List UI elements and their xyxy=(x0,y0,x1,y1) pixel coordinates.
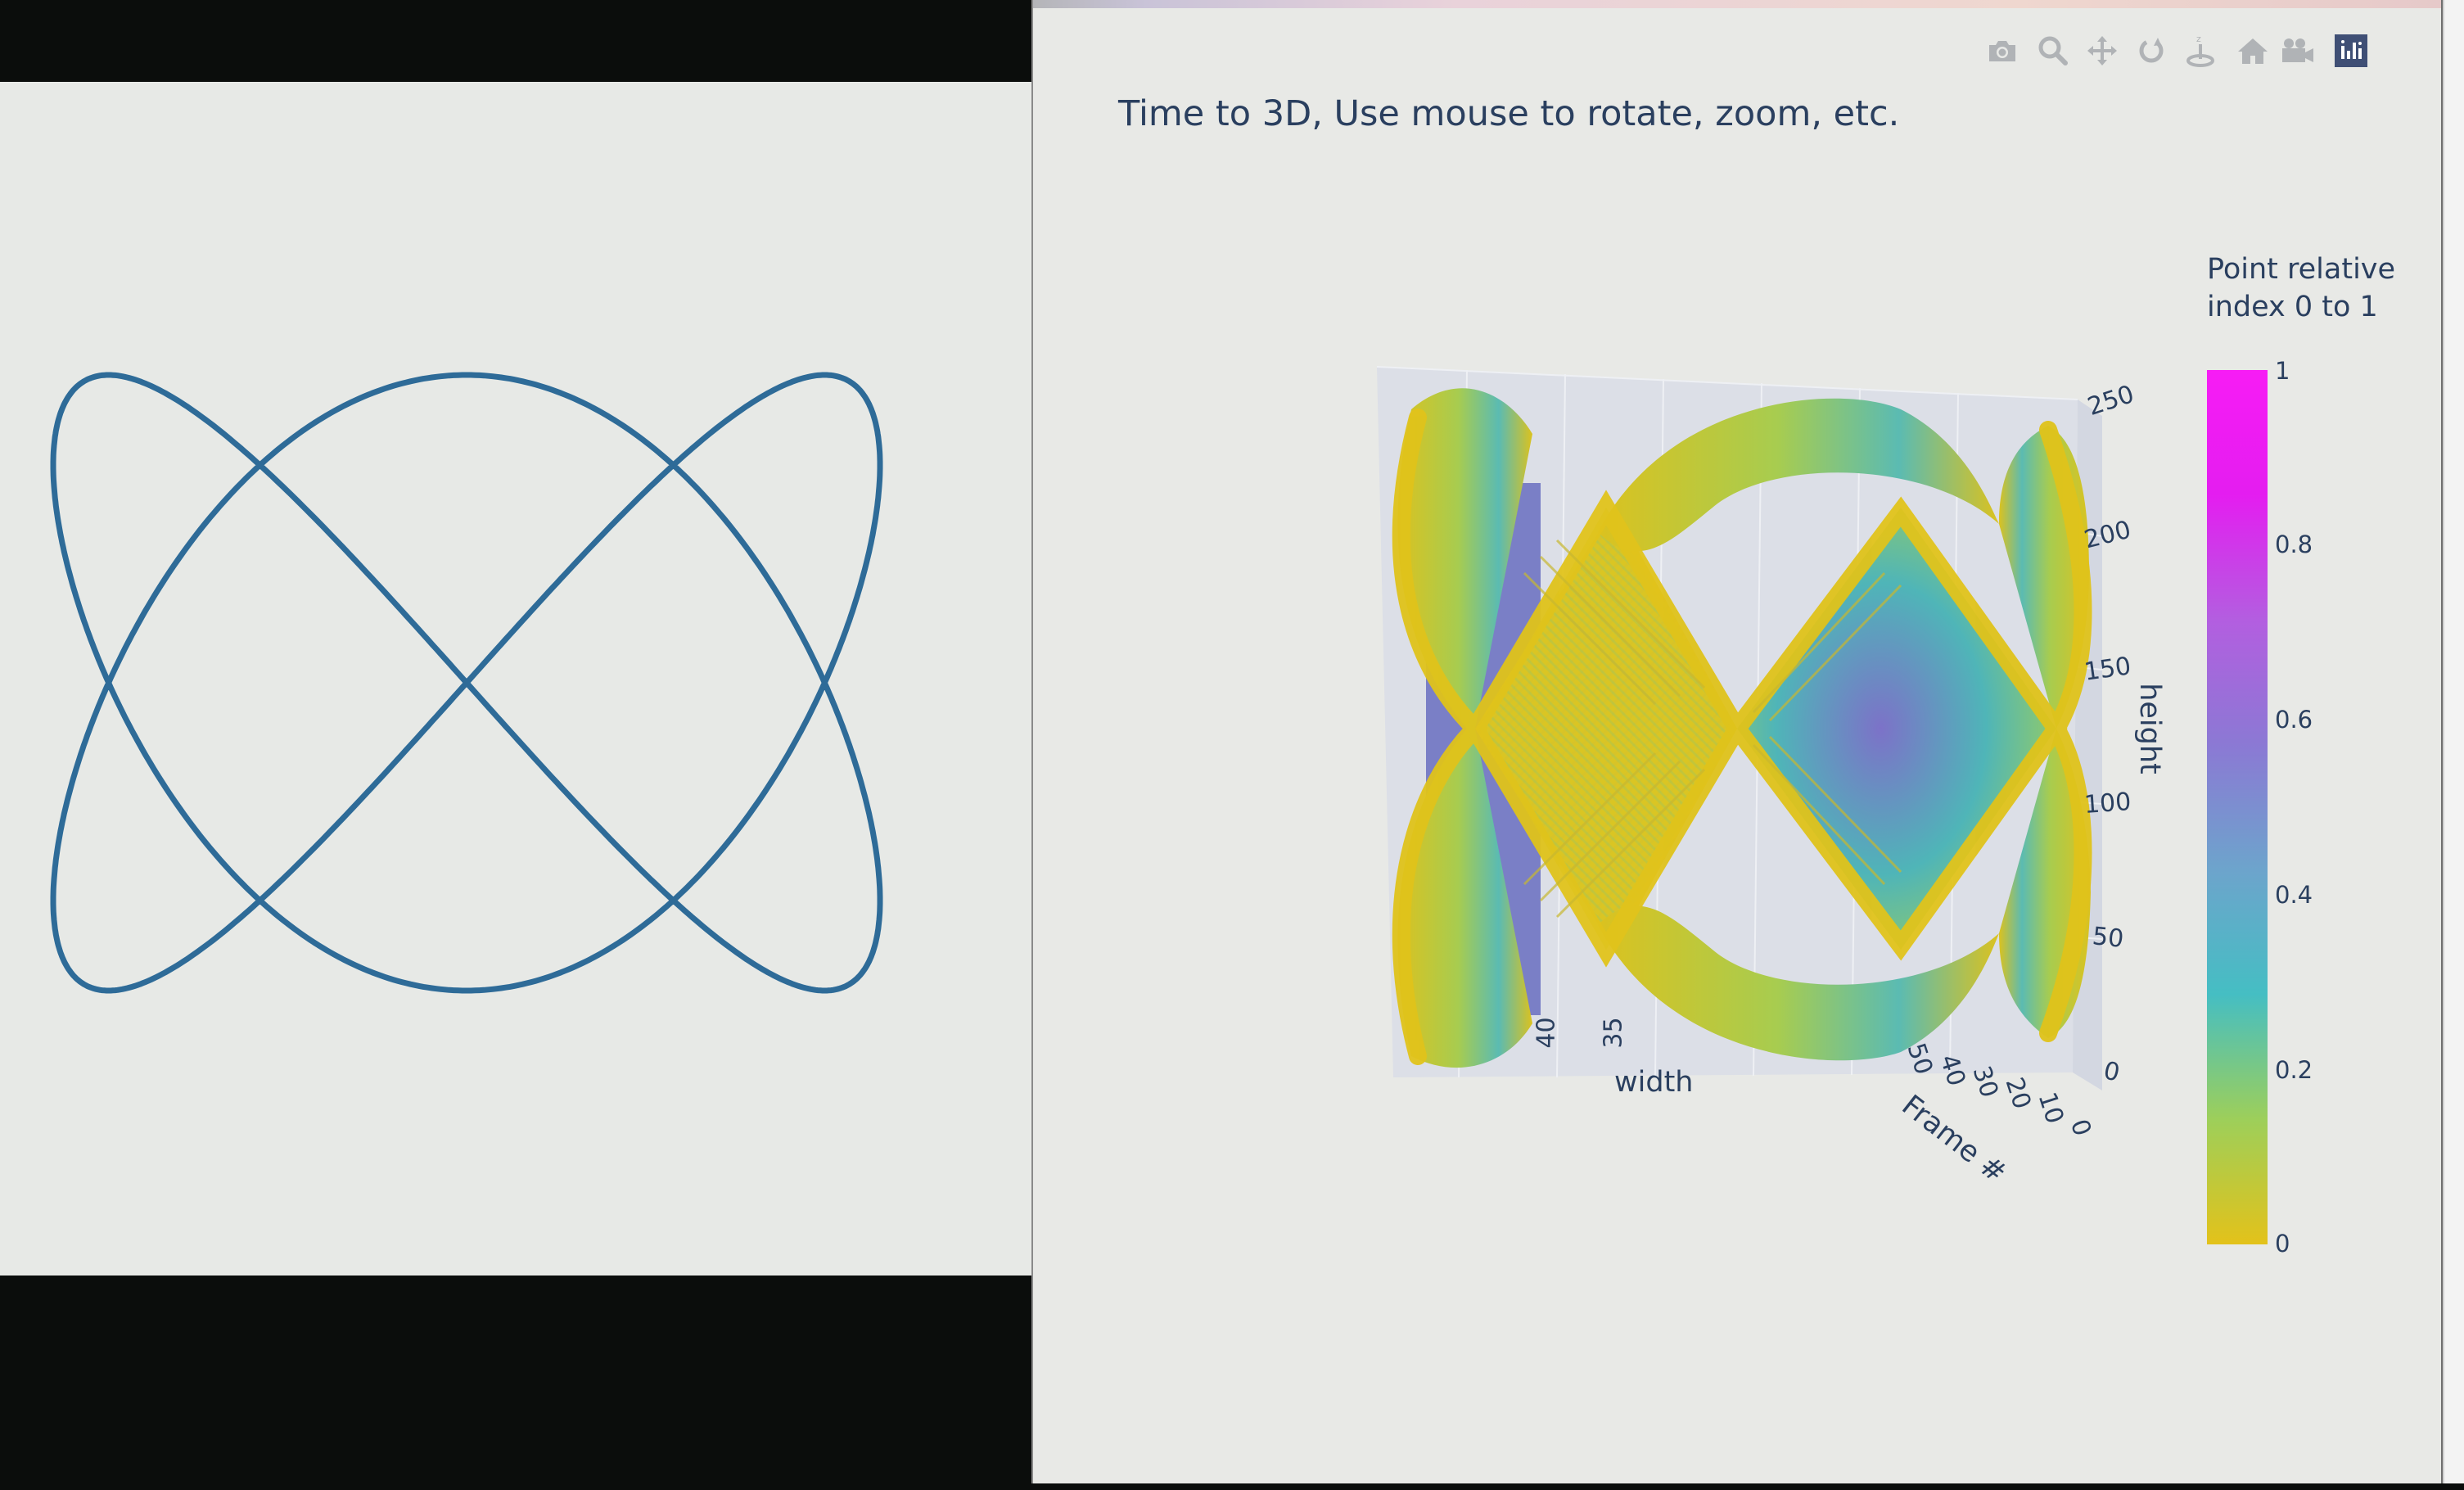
z-tick: 100 xyxy=(2083,788,2132,820)
colorbar-tick: 0.8 xyxy=(2275,531,2313,558)
colorbar-tick: 0.2 xyxy=(2275,1056,2313,1084)
plotly-window: z Time to 3D, Use mouse to rotate, zoom,… xyxy=(1031,0,2443,1483)
x-axis-title: width xyxy=(1614,1066,1694,1099)
z-tick: 50 xyxy=(2091,922,2125,954)
colorbar-tick: 0.4 xyxy=(2275,881,2313,909)
x-tick: 40 xyxy=(1532,1017,1561,1049)
colorbar-tick: 0 xyxy=(2275,1230,2290,1257)
colorbar-title: Point relative index 0 to 1 xyxy=(2207,253,2396,323)
video-panel xyxy=(0,0,1031,1490)
colorbar-tick: 1 xyxy=(2275,357,2290,385)
lissajous-curve-canvas xyxy=(50,372,883,994)
z-axis-title: height xyxy=(2132,683,2166,774)
x-tick: 35 xyxy=(1599,1017,1628,1049)
lissajous-curve xyxy=(50,372,883,994)
desktop-bottom-strip xyxy=(1031,1483,2464,1490)
colorbar xyxy=(2207,370,2268,1244)
lissajous-figure xyxy=(0,82,1031,1276)
colorbar-tick: 0.6 xyxy=(2275,706,2313,734)
background-window-edge xyxy=(2443,0,2464,1483)
